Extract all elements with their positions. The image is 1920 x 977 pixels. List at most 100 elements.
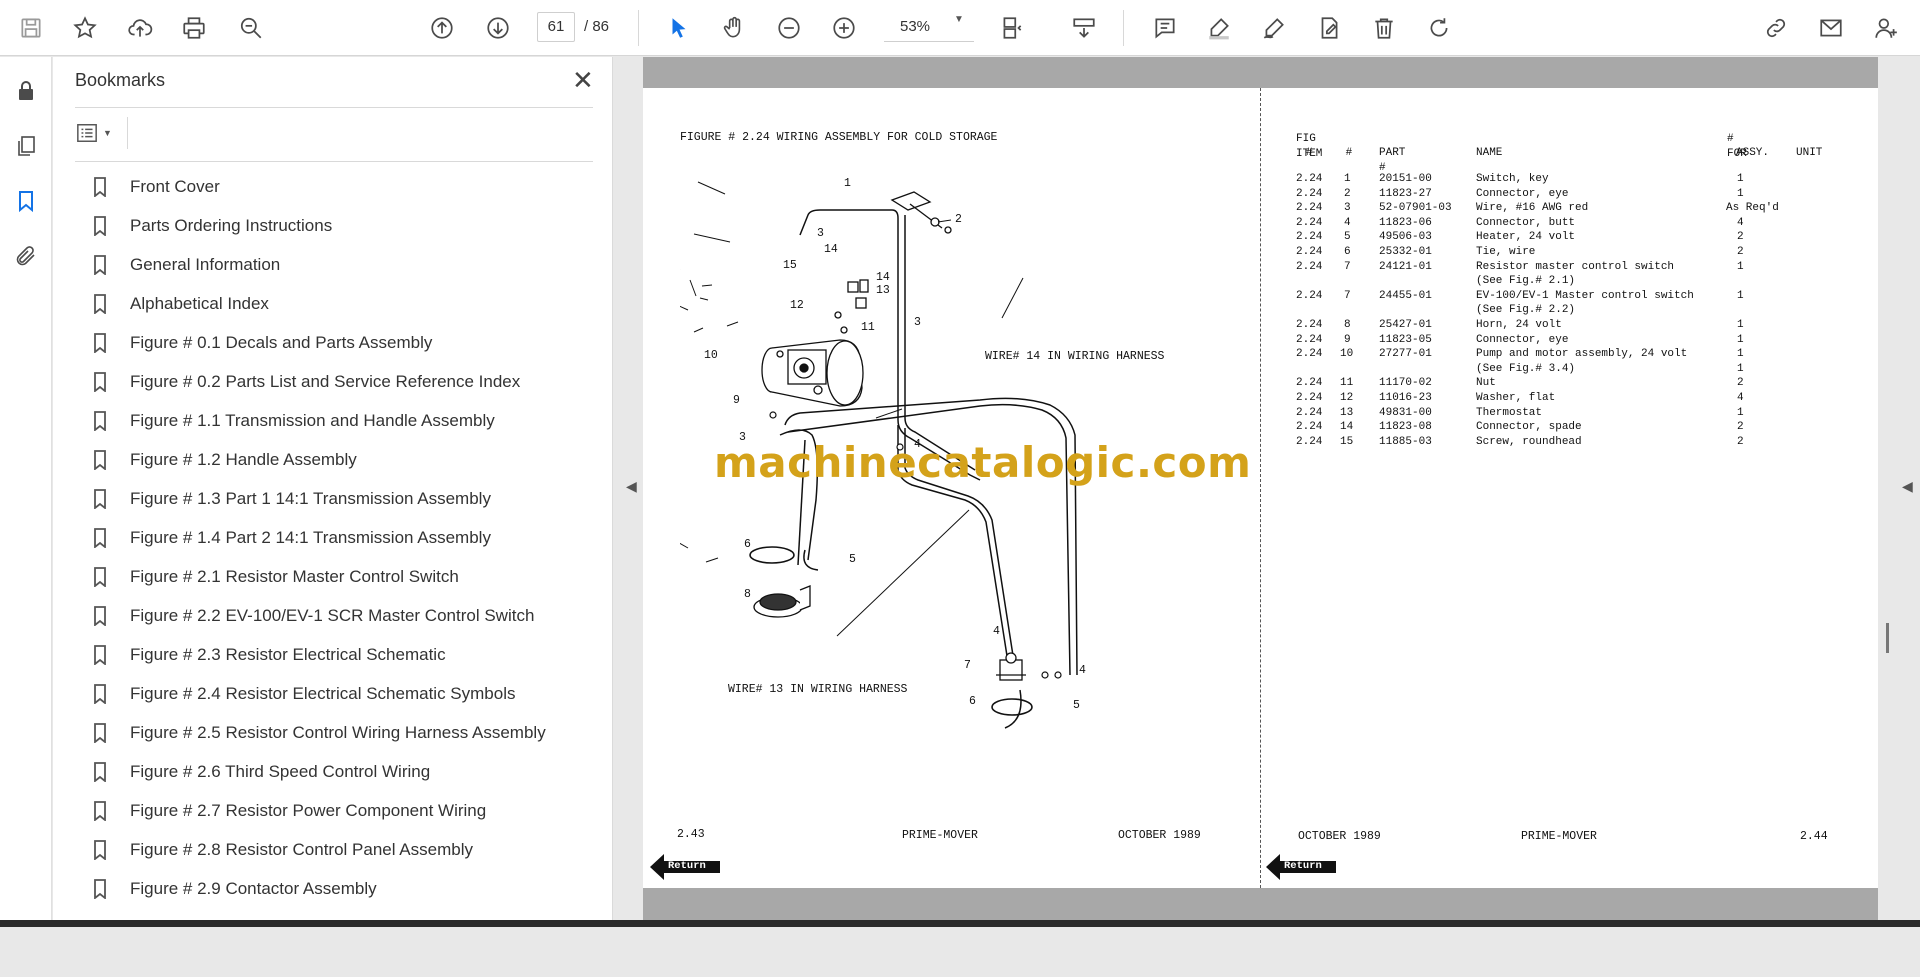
next-page-icon[interactable] [481, 11, 515, 45]
bookmark-item[interactable]: General Information [93, 245, 593, 284]
callout-label: 14 [876, 271, 890, 284]
draw-signature-icon[interactable] [1257, 11, 1291, 45]
collapse-left-panel-icon[interactable]: ◀ [626, 478, 637, 495]
table-cell-part: 25332-01 [1379, 246, 1432, 258]
highlight-icon[interactable] [1202, 11, 1236, 45]
table-cell-name: Washer, flat [1476, 392, 1556, 404]
callout-label: 1 [844, 177, 851, 190]
col-header-assy: ASSY. [1736, 147, 1770, 159]
star-icon[interactable] [68, 11, 102, 45]
bookmark-item[interactable]: Parts Ordering Instructions [93, 206, 593, 245]
bookmark-label: Figure # 2.1 Resistor Master Control Swi… [130, 566, 459, 586]
return-button[interactable]: Return [650, 852, 722, 882]
bookmark-item[interactable]: Figure # 1.3 Part 1 14:1 Transmission As… [93, 479, 593, 518]
collapse-right-panel-icon[interactable]: ◀ [1902, 478, 1913, 495]
table-cell-name: (See Fig.# 3.4) [1476, 362, 1576, 375]
bookmark-label: General Information [130, 254, 281, 274]
return-label: Return [668, 860, 706, 872]
page-thumbnails-icon[interactable] [12, 132, 40, 160]
chevron-down-icon[interactable]: ▼ [954, 14, 964, 25]
bookmark-label: Figure # 2.6 Third Speed Control Wiring [130, 761, 431, 781]
table-cell-item: 14 [1340, 421, 1354, 434]
callout-label: 3 [914, 316, 921, 329]
upload-cloud-icon[interactable] [123, 11, 157, 45]
table-cell-part: 24121-01 [1379, 260, 1432, 273]
bookmark-options-button[interactable]: ▼ [75, 119, 121, 147]
bookmark-item[interactable]: Figure # 2.8 Resistor Control Panel Asse… [93, 830, 593, 869]
rotate-icon[interactable] [1422, 11, 1456, 45]
table-cell-name: Horn, 24 volt [1476, 319, 1562, 331]
bookmark-item[interactable]: Figure # 1.4 Part 2 14:1 Transmission As… [93, 518, 593, 557]
bookmark-item[interactable]: Figure # 2.6 Third Speed Control Wiring [93, 752, 593, 791]
left-footer-date: OCTOBER 1989 [1118, 829, 1201, 842]
bookmark-label: Alphabetical Index [130, 293, 269, 313]
table-cell-qty: 4 [1737, 216, 1744, 229]
bookmark-item[interactable]: Figure # 2.3 Resistor Electrical Schemat… [93, 635, 593, 674]
bookmark-label: Parts Ordering Instructions [130, 215, 333, 235]
right-footer-date: OCTOBER 1989 [1298, 830, 1381, 843]
share-link-icon[interactable] [1759, 11, 1793, 45]
wire14-label: WIRE# 14 IN WIRING HARNESS [985, 350, 1165, 363]
page-fit-icon[interactable] [995, 11, 1029, 45]
left-tool-rail [0, 57, 52, 920]
previous-page-icon[interactable] [425, 11, 459, 45]
bookmark-item[interactable]: Figure # 1.2 Handle Assembly [93, 440, 593, 479]
close-icon[interactable]: ✕ [572, 65, 594, 96]
bookmark-item[interactable]: Figure # 2.7 Resistor Power Component Wi… [93, 791, 593, 830]
bookmark-icon [93, 761, 111, 782]
callout-label: 8 [744, 588, 751, 601]
bookmark-item[interactable]: Figure # 2.1 Resistor Master Control Swi… [93, 557, 593, 596]
table-cell-part: 27277-01 [1379, 348, 1432, 361]
bookmark-item[interactable]: Figure # 1.1 Transmission and Handle Ass… [93, 401, 593, 440]
edit-document-icon[interactable] [1312, 11, 1346, 45]
save-icon[interactable] [14, 11, 48, 45]
table-cell-qty: 2 [1737, 231, 1744, 244]
callout-label: 7 [964, 659, 971, 672]
bookmark-label: Figure # 0.2 Parts List and Service Refe… [130, 371, 521, 391]
bookmark-icon [93, 878, 111, 899]
bookmark-label: Figure # 2.9 Contactor Assembly [130, 878, 377, 898]
return-button[interactable]: Return [1266, 852, 1338, 882]
table-cell-fig: 2.24 [1296, 406, 1323, 419]
bookmark-icon [93, 488, 111, 509]
table-cell-qty: 2 [1737, 377, 1744, 390]
bookmark-item[interactable]: Front Cover [93, 167, 593, 206]
table-cell-part: 52-07901-03 [1379, 202, 1452, 215]
table-cell-name: Wire, #16 AWG red [1476, 202, 1589, 215]
bookmarks-panel: Bookmarks ✕ ▼ Front Cover Parts Ordering … [53, 57, 658, 920]
select-cursor-icon[interactable] [662, 11, 696, 45]
bookmark-item[interactable]: Figure # 2.2 EV-100/EV-1 SCR Master Cont… [93, 596, 593, 635]
bookmark-label: Figure # 2.2 EV-100/EV-1 SCR Master Cont… [130, 605, 535, 625]
print-icon[interactable] [177, 11, 211, 45]
page-number-input[interactable]: 61 [537, 12, 575, 42]
hand-tool-icon[interactable] [717, 11, 751, 45]
comment-icon[interactable] [1148, 11, 1182, 45]
delete-icon[interactable] [1367, 11, 1401, 45]
chevron-down-icon: ▼ [103, 128, 112, 138]
scroll-mode-icon[interactable] [1067, 11, 1101, 45]
bookmark-item[interactable]: Figure # 2.4 Resistor Electrical Schemat… [93, 674, 593, 713]
divider [127, 117, 128, 149]
bookmark-item[interactable]: Figure # 0.1 Decals and Parts Assembly [93, 323, 593, 362]
find-zoom-icon[interactable] [234, 11, 268, 45]
bookmark-item[interactable]: Figure # 2.9 Contactor Assembly [93, 869, 593, 908]
table-cell-name: Heater, 24 volt [1476, 231, 1576, 244]
table-cell-qty: 1 [1737, 187, 1744, 200]
document-scrollbar[interactable] [1886, 623, 1889, 653]
add-user-icon[interactable] [1869, 11, 1903, 45]
email-icon[interactable] [1814, 11, 1848, 45]
bookmark-label: Figure # 0.1 Decals and Parts Assembly [130, 332, 433, 352]
bookmark-panel-icon[interactable] [12, 187, 40, 215]
lock-icon[interactable] [12, 77, 40, 105]
zoom-in-icon[interactable] [827, 11, 861, 45]
bookmark-item[interactable]: Alphabetical Index [93, 284, 593, 323]
bookmark-item[interactable]: Figure # 2.5 Resistor Control Wiring Har… [93, 713, 593, 752]
zoom-out-icon[interactable] [772, 11, 806, 45]
bookmark-icon [93, 800, 111, 821]
wire13-label: WIRE# 13 IN WIRING HARNESS [728, 683, 908, 696]
attachment-icon[interactable] [12, 242, 40, 270]
table-cell-item: 7 [1344, 260, 1351, 273]
bookmark-item[interactable]: Figure # 0.2 Parts List and Service Refe… [93, 362, 593, 401]
bookmark-label: Figure # 1.3 Part 1 14:1 Transmission As… [130, 488, 491, 508]
right-footer-title: PRIME-MOVER [1521, 830, 1597, 843]
